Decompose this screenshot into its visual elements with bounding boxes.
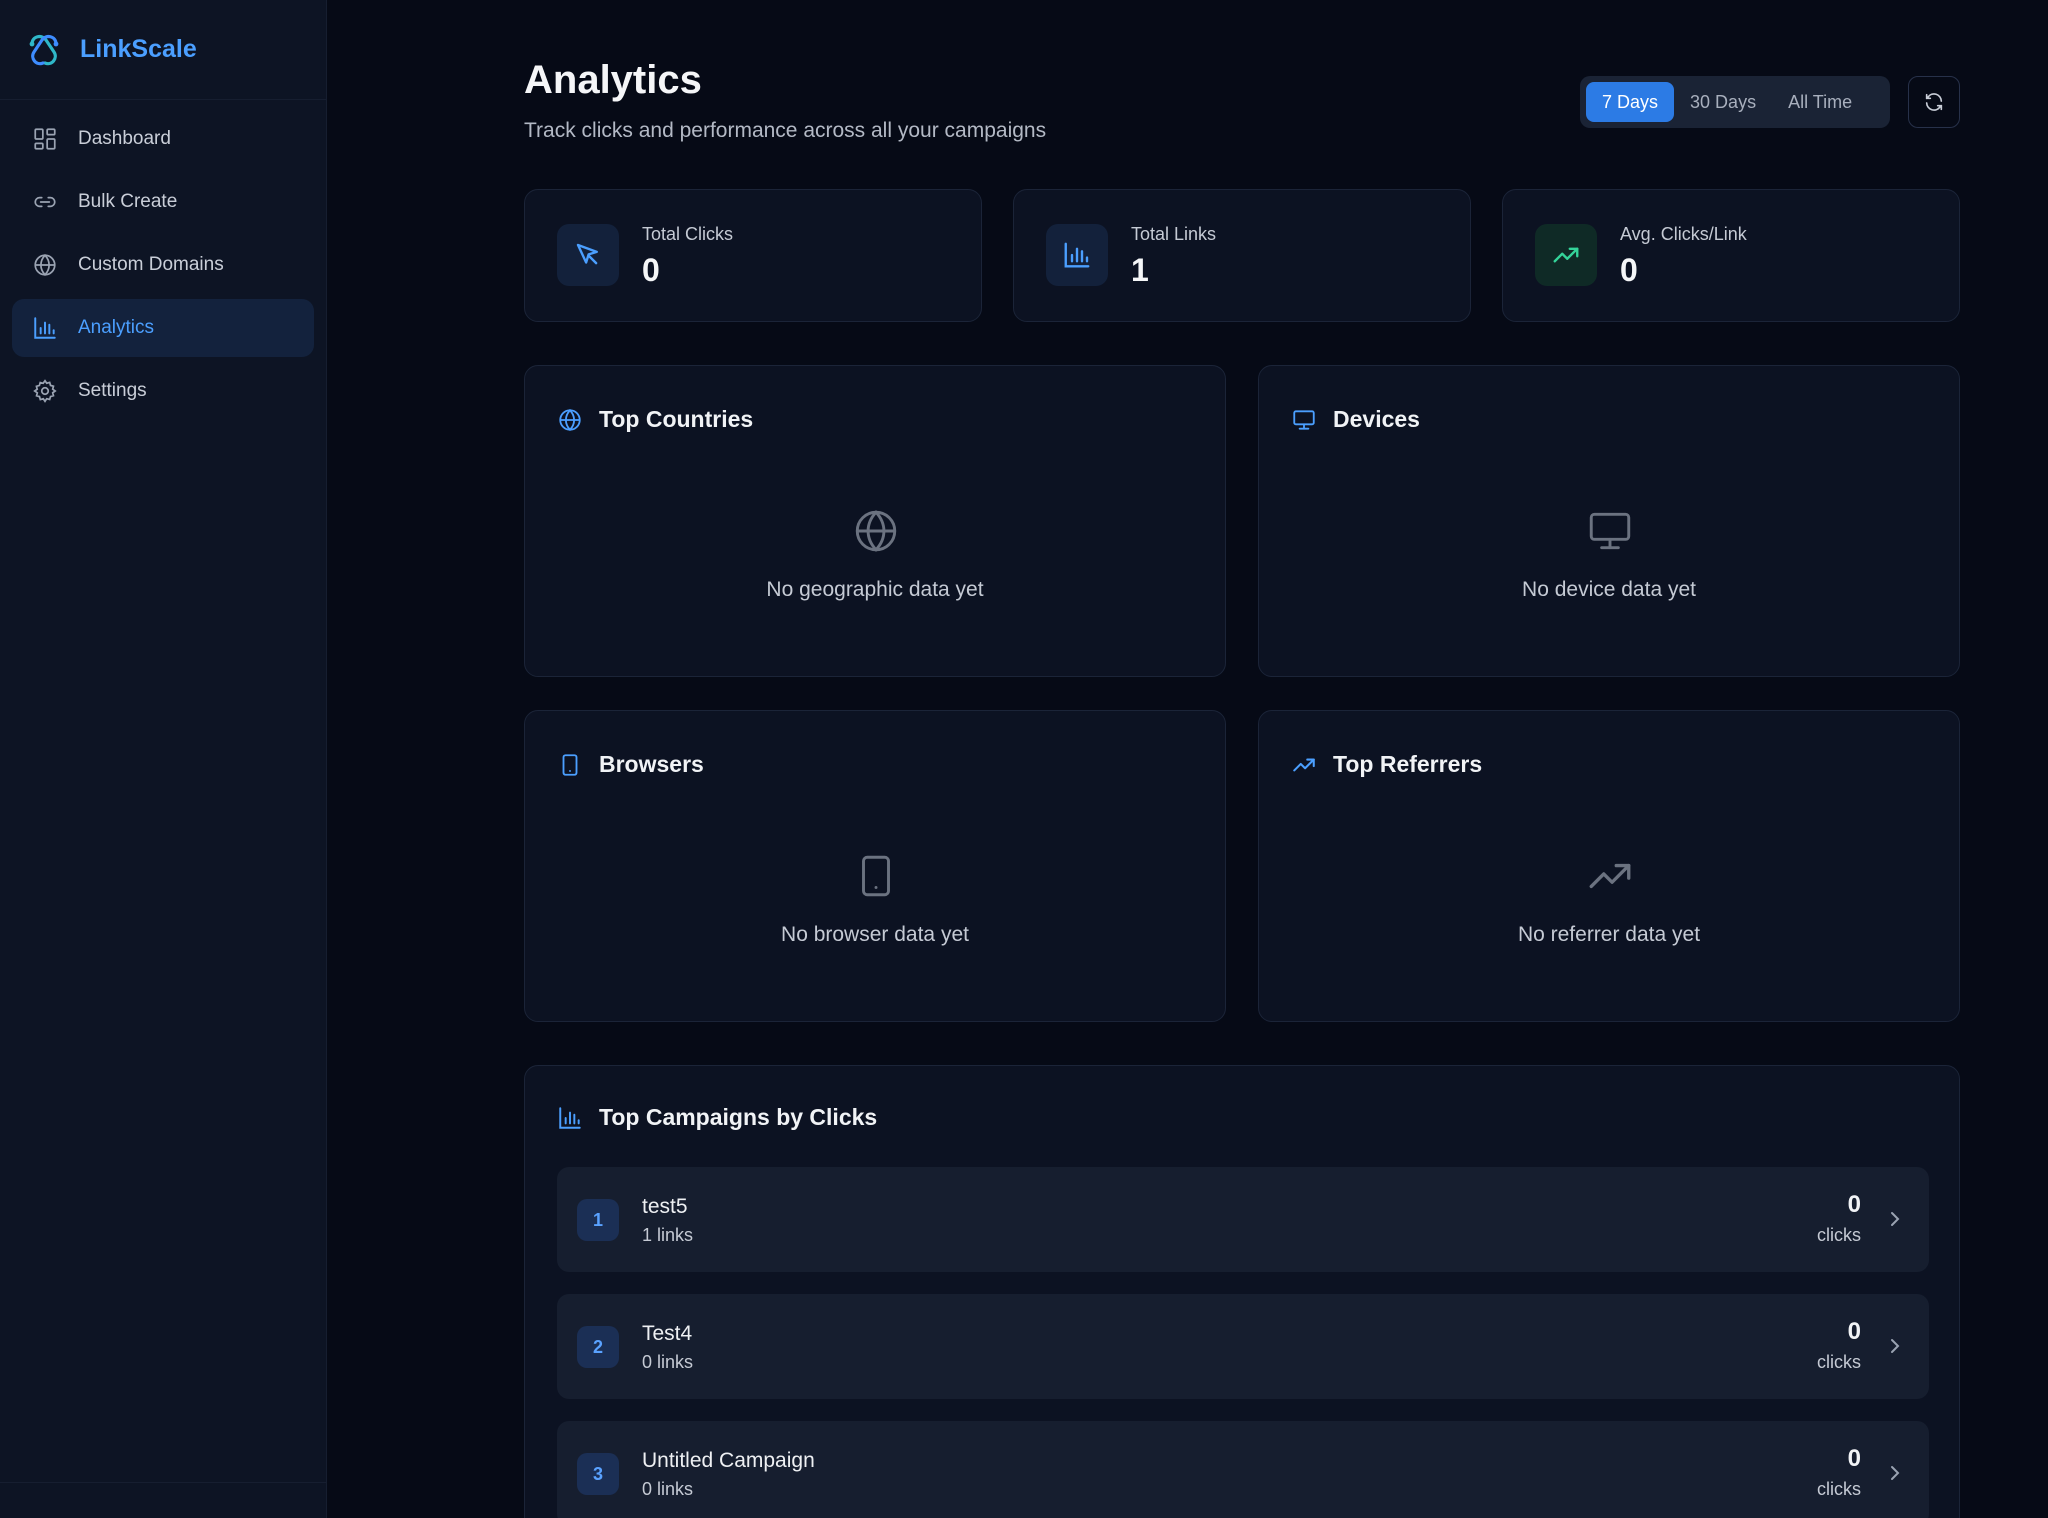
stat-card-total-links: Total Links 1 (1013, 189, 1471, 322)
bar-chart-icon (34, 317, 56, 339)
stat-value: 1 (1131, 252, 1149, 288)
rank-badge: 3 (577, 1453, 619, 1495)
chevron-right-icon (1891, 1339, 1900, 1353)
campaign-clicks-label: clicks (1817, 1225, 1861, 1245)
stat-value: 0 (642, 252, 660, 288)
panel-devices: Devices No device data yet (1258, 365, 1960, 677)
campaign-name: test5 (642, 1195, 688, 1218)
campaign-name: Test4 (642, 1322, 693, 1345)
empty-state-text: No device data yet (1522, 578, 1696, 601)
campaign-row[interactable]: 3 Untitled Campaign 0 links 0 clicks (557, 1421, 1929, 1518)
gear-icon (33, 379, 57, 403)
panel-browsers: Browsers No browser data yet (524, 710, 1226, 1022)
stat-icon-box (1046, 224, 1108, 286)
stat-card-avg-clicks: Avg. Clicks/Link 0 (1502, 189, 1960, 322)
campaign-row[interactable]: 1 test5 1 links 0 clicks (557, 1167, 1929, 1272)
sidebar-item-bulk-create[interactable]: Bulk Create (12, 173, 314, 231)
sidebar-item-custom-domains[interactable]: Custom Domains (12, 236, 314, 294)
monitor-icon (1589, 512, 1631, 550)
campaign-name: Untitled Campaign (642, 1449, 815, 1472)
campaign-clicks: 0 (1847, 1445, 1861, 1472)
link-icon (34, 196, 56, 208)
panel-header: Top Referrers (1291, 751, 1482, 778)
sidebar-item-analytics[interactable]: Analytics (12, 299, 314, 357)
tablet-icon (862, 855, 890, 897)
refresh-icon (1925, 93, 1943, 111)
stat-label: Total Clicks (642, 224, 734, 244)
rank-badge: 1 (577, 1199, 619, 1241)
globe-icon (559, 408, 581, 431)
campaign-row[interactable]: 2 Test4 0 links 0 clicks (557, 1294, 1929, 1399)
stat-label: Total Links (1131, 224, 1217, 244)
campaign-clicks-label: clicks (1817, 1352, 1861, 1372)
rank-badge: 2 (577, 1326, 619, 1368)
refresh-button[interactable] (1908, 76, 1960, 128)
tablet-icon (562, 753, 578, 776)
brand[interactable]: LinkScale (0, 0, 326, 100)
sidebar-item-label: Custom Domains (78, 254, 224, 275)
range-all-time-button[interactable]: All Time (1772, 82, 1868, 122)
campaign-clicks: 0 (1847, 1191, 1861, 1218)
bar-chart-icon (1064, 242, 1090, 268)
globe-icon (34, 253, 56, 277)
campaign-clicks-label: clicks (1817, 1479, 1861, 1499)
panel-title: Top Referrers (1333, 751, 1483, 777)
dashboard-icon (34, 128, 56, 150)
panel-header: Devices (1291, 406, 1420, 433)
sidebar-item-label: Dashboard (78, 128, 171, 149)
chevron-right-icon (1891, 1212, 1900, 1226)
empty-state-text: No geographic data yet (766, 578, 984, 601)
campaign-link-count: 0 links (642, 1479, 694, 1499)
sidebar-item-dashboard[interactable]: Dashboard (12, 110, 314, 168)
empty-state-text: No referrer data yet (1517, 923, 1701, 946)
panel-title: Browsers (599, 751, 704, 777)
main-content: Analytics Track clicks and performance a… (524, 0, 1960, 1518)
campaign-link-count: 1 links (642, 1225, 694, 1245)
sidebar-nav: Dashboard Bulk Create Custom Domains Ana… (0, 100, 326, 435)
sidebar-footer (0, 1482, 326, 1518)
brand-name: LinkScale (80, 35, 197, 63)
sidebar-item-label: Settings (78, 380, 147, 401)
range-30-days-button[interactable]: 30 Days (1674, 82, 1772, 122)
stat-label: Avg. Clicks/Link (1620, 224, 1747, 244)
page-title: Analytics (524, 58, 702, 102)
cursor-icon (576, 243, 598, 265)
panel-title: Top Countries (599, 406, 754, 432)
chevron-right-icon (1891, 1466, 1900, 1480)
panel-header: Top Campaigns by Clicks (557, 1104, 877, 1131)
stat-icon-box (557, 224, 619, 286)
page-subtitle: Track clicks and performance across all … (524, 119, 1047, 142)
stat-card-total-clicks: Total Clicks 0 (524, 189, 982, 322)
panel-title: Devices (1333, 406, 1420, 432)
sidebar-item-label: Analytics (78, 317, 155, 338)
panel-header: Top Countries (557, 406, 753, 433)
monitor-icon (1293, 409, 1315, 430)
panel-top-referrers: Top Referrers No referrer data yet (1258, 710, 1960, 1022)
range-7-days-button[interactable]: 7 Days (1586, 82, 1675, 122)
campaign-clicks: 0 (1847, 1318, 1861, 1345)
bar-chart-icon (559, 1106, 581, 1129)
trending-up-icon (1589, 863, 1631, 889)
panel-top-countries: Top Countries No geographic data yet (524, 365, 1226, 677)
sidebar-item-label: Bulk Create (78, 191, 178, 212)
sidebar: LinkScale Dashboard Bulk Create Custom D… (0, 0, 327, 1518)
campaign-link-count: 0 links (642, 1352, 694, 1372)
stat-value: 0 (1620, 252, 1638, 288)
date-range-selector: 7 Days 30 Days All Time (1580, 76, 1890, 128)
panel-title: Top Campaigns by Clicks (599, 1104, 878, 1130)
empty-state-text: No browser data yet (781, 923, 969, 946)
globe-icon (855, 510, 897, 552)
linkscale-logo-icon (29, 34, 59, 65)
trending-up-icon (1293, 758, 1315, 771)
stat-icon-box (1535, 224, 1597, 286)
panel-header: Browsers (557, 751, 704, 778)
trending-up-icon (1553, 247, 1579, 263)
sidebar-item-settings[interactable]: Settings (12, 362, 314, 420)
top-campaigns-panel: Top Campaigns by Clicks 1 test5 1 links … (524, 1065, 1960, 1518)
